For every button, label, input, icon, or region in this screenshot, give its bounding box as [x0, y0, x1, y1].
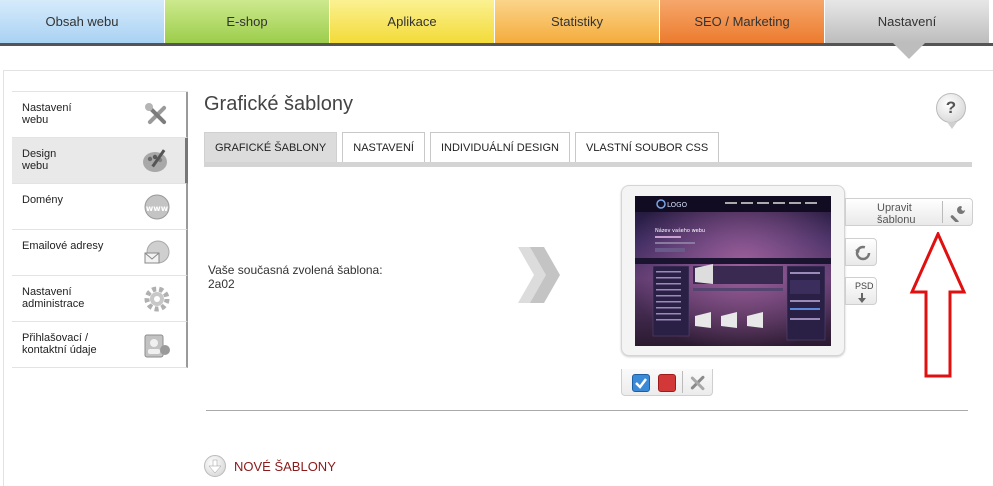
sidebar-item-domeny[interactable]: Domény www [12, 184, 188, 230]
nav-tab-nastaveni[interactable]: Nastavení [825, 0, 990, 43]
nav-tab-label: Statistiky [550, 14, 603, 29]
nav-tab-seo-marketing[interactable]: SEO / Marketing [660, 0, 825, 43]
gear-icon [144, 286, 170, 312]
tab-label: GRAFICKÉ ŠABLONY [215, 141, 327, 154]
tab-label: NASTAVENÍ [353, 141, 414, 154]
active-tab-pointer [893, 43, 925, 59]
sidebar-item-nastaveni-webu[interactable]: Nastavení webu [12, 92, 188, 138]
download-arrow-icon [858, 293, 866, 303]
template-actions [621, 369, 713, 396]
new-templates-label: NOVÉ ŠABLONY [234, 458, 336, 474]
edit-template-label: Upravit [877, 202, 912, 214]
contacts-icon [144, 334, 170, 358]
preview-headline: Název vašeho webu [655, 227, 705, 234]
tab-vlastni-soubor-css[interactable]: VLASTNÍ SOUBOR CSS [574, 132, 720, 162]
nav-tab-label: Nastavení [877, 14, 937, 29]
tab-nastaveni[interactable]: NASTAVENÍ [342, 132, 425, 162]
sidebar-item-label: kontaktní údaje [22, 344, 97, 356]
main-nav: Obsah webu E-shop Aplikace Statistiky SE… [0, 0, 993, 45]
sidebar-item-label: Přihlašovací / [22, 332, 89, 344]
email-globe-icon [144, 240, 170, 264]
edit-template-label: šablonu [877, 214, 916, 226]
nav-tab-statistiky[interactable]: Statistiky [495, 0, 660, 43]
sidebar: Nastavení webu Design webu Domény www Emai… [12, 91, 188, 368]
palette-icon [143, 149, 167, 172]
template-preview-image[interactable]: LOGO Název vašeho webu [635, 196, 831, 346]
tools-icon [145, 103, 167, 125]
sidebar-item-label: webu [22, 114, 49, 126]
down-arrow-icon [204, 455, 226, 477]
wrench-icon [950, 206, 965, 222]
nav-tab-aplikace[interactable]: Aplikace [330, 0, 495, 43]
hammer-wrench-icon[interactable] [688, 373, 708, 393]
sidebar-item-design-webu[interactable]: Design webu [12, 138, 188, 184]
sidebar-item-label: Nastavení [22, 286, 72, 298]
nav-tab-eshop[interactable]: E-shop [165, 0, 330, 43]
tabbar-underline [204, 162, 972, 167]
sidebar-item-label: webu [22, 160, 49, 172]
chevron-right-icon [518, 247, 560, 303]
nav-tab-label: SEO / Marketing [694, 14, 790, 29]
help-button[interactable]: ? [936, 93, 966, 123]
delete-template-button[interactable] [658, 374, 676, 392]
download-psd-button[interactable]: PSD [845, 277, 877, 305]
template-thumbnail: LOGO Název vašeho webu [635, 196, 831, 346]
checkmark-icon [635, 378, 647, 389]
tab-graficke-sablony[interactable]: GRAFICKÉ ŠABLONY [204, 132, 338, 162]
nav-tab-label: Obsah webu [45, 14, 119, 29]
sidebar-item-label: Nastavení [22, 102, 72, 114]
www-globe-icon: www [144, 194, 170, 220]
sidebar-item-label: Emailové adresy [22, 240, 104, 252]
current-template-label: Vaše současná zvolená šablona: [208, 263, 383, 277]
tab-individualni-design[interactable]: INDIVIDUÁLNÍ DESIGN [429, 132, 570, 162]
section-divider [206, 410, 968, 411]
nav-tab-label: E-shop [226, 14, 268, 29]
revert-template-button[interactable] [845, 238, 877, 266]
sidebar-item-label: Design [22, 148, 57, 160]
tab-label: VLASTNÍ SOUBOR CSS [585, 141, 709, 154]
preview-logo: LOGO [667, 201, 688, 209]
help-icon: ? [945, 98, 957, 117]
page-title: Grafické šablony [204, 93, 353, 115]
sidebar-item-emailove-adresy[interactable]: Emailové adresy [12, 230, 188, 276]
nav-tab-obsah-webu[interactable]: Obsah webu [0, 0, 165, 43]
select-template-button[interactable] [632, 374, 650, 392]
psd-label: PSD [855, 281, 874, 291]
sidebar-item-label: administrace [22, 298, 85, 310]
refresh-icon [855, 245, 871, 261]
nav-underline [0, 43, 993, 46]
sidebar-item-prihlasovaci-udaje[interactable]: Přihlašovací / kontaktní údaje [12, 322, 188, 368]
annotation-arrow [909, 232, 967, 378]
nav-tab-label: Aplikace [387, 14, 437, 29]
subtabs: GRAFICKÉ ŠABLONY NASTAVENÍ INDIVIDUÁLNÍ … [204, 132, 724, 162]
sidebar-item-label: Domény [22, 194, 63, 206]
edit-template-button[interactable]: Upravit šablonu [845, 198, 973, 226]
svg-text:www: www [146, 204, 169, 213]
tab-label: INDIVIDUÁLNÍ DESIGN [440, 141, 559, 154]
new-templates-toggle[interactable]: NOVÉ ŠABLONY [204, 455, 336, 477]
current-template-value: 2a02 [208, 277, 235, 291]
sidebar-item-nastaveni-administrace[interactable]: Nastavení administrace [12, 276, 188, 322]
